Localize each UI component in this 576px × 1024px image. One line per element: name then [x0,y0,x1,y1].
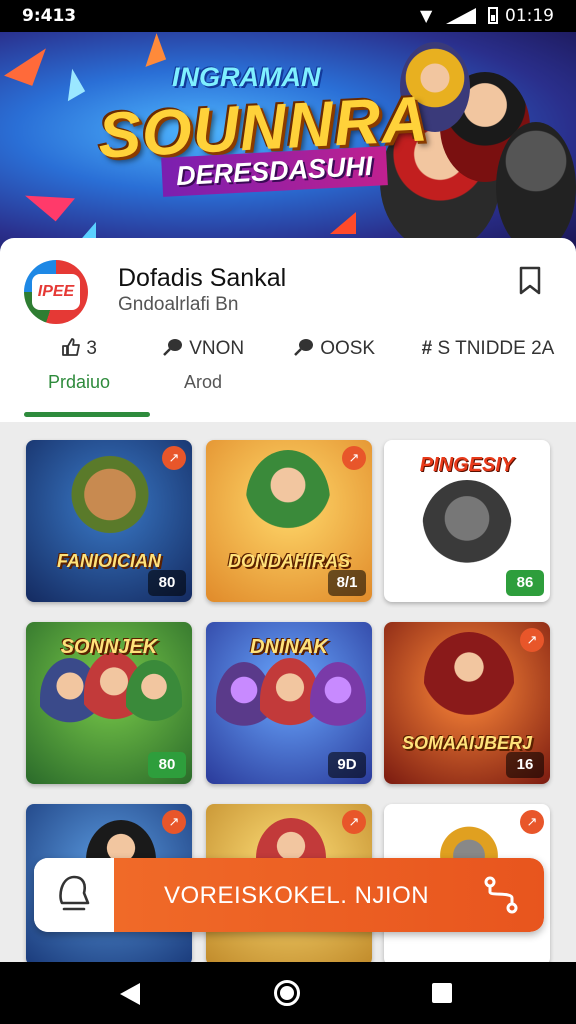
game-title: SOMAAIJBERJ [401,733,533,753]
game-title: DNINAK [250,636,328,658]
pin-icon [294,339,313,356]
action-icon-container[interactable] [34,858,114,932]
navigation-bar [0,962,576,1024]
hero-banner[interactable]: INGRAMAN SOUNNRA DERESDASUHI [0,32,576,252]
rating-badge: 16 [506,752,544,778]
thumbs-up-icon [62,338,80,356]
shard-decoration [25,172,75,222]
rating-badge: 9D [328,752,366,778]
bookmark-icon[interactable] [518,266,542,296]
hash-icon: # [421,338,433,359]
favorite-icon[interactable]: ↗ [520,810,544,834]
game-title: DONDAHIRAS [227,551,350,571]
character-art [422,480,512,576]
rating-badge: 80 [148,752,186,778]
game-card[interactable]: SOMAAIJBERJ ↗ 16 [384,622,550,784]
rating-badge: 86 [506,570,544,596]
tab-1[interactable]: VNON Arod [148,338,258,408]
favorite-icon[interactable]: ↗ [520,628,544,652]
favorite-icon[interactable]: ↗ [162,810,186,834]
wifi-icon: ▼ [420,6,433,25]
shard-decoration [54,68,86,102]
game-card[interactable]: FANIOICIAN ↗ 80 [26,440,192,602]
app-subtitle: Gndoalrlafi Bn [118,294,239,315]
chat-icon [59,875,90,911]
active-tab-indicator [24,412,150,417]
tab-3-label: S TNIDDE 2A [437,338,555,359]
signal-icon [446,8,476,24]
rating-badge: 8/1 [328,570,366,596]
character-art [424,632,514,732]
primary-action-button[interactable]: VOREISKOKEL. NJION [114,858,544,932]
character-art [126,660,182,736]
home-icon[interactable] [274,980,300,1006]
route-icon [484,876,518,914]
hero-character [496,122,576,252]
rating-badge: 80 [148,570,186,596]
game-title: PINGESIY [419,454,515,476]
game-card[interactable]: DONDAHIRAS ↗ 8/1 [206,440,372,602]
tab-1-sub: Arod [183,372,223,392]
favorite-icon[interactable]: ↗ [342,810,366,834]
character-art [310,662,366,742]
primary-action-label: VOREISKOKEL. NJION [164,882,430,909]
tab-1-label: VNON [189,338,245,359]
battery-icon [488,7,498,24]
status-bar: 9:413 ▼ 01:19 [0,0,576,32]
app-title: Dofadis Sankal [118,264,287,292]
shard-decoration [135,33,167,67]
tab-2-label: OOSK [320,338,376,359]
back-icon[interactable] [120,983,140,1005]
tab-3[interactable]: # S TNIDDE 2A [420,338,556,408]
game-card[interactable]: DNINAK 9D [206,622,372,784]
pin-icon [163,339,182,356]
favorite-icon[interactable]: ↗ [162,446,186,470]
app-logo-text: IPEE [32,274,80,310]
game-card[interactable]: SONNJEK 80 [26,622,192,784]
game-title: SONNJEK [60,636,158,658]
status-clock: 01:19 [505,6,554,26]
tab-0-sub: Prdaiuo [47,372,111,392]
tab-2[interactable]: OOSK [284,338,384,408]
app-info-card: IPEE Dofadis Sankal Gndoalrlafi Bn 3 Prd… [0,238,576,422]
game-title: FANIOICIAN [56,551,161,571]
recents-icon[interactable] [432,983,452,1003]
action-bar: VOREISKOKEL. NJION [34,858,544,932]
character-art [70,454,150,544]
character-art [246,450,330,550]
status-time: 9:413 [22,6,77,26]
app-logo: IPEE [24,260,88,324]
favorite-icon[interactable]: ↗ [342,446,366,470]
game-card[interactable]: PINGESIY 86 [384,440,550,602]
shard-decoration [4,38,46,86]
shard-decoration [330,212,356,234]
tab-0[interactable]: 3 Prdaiuo [24,338,134,408]
tab-0-label: 3 [86,338,97,359]
